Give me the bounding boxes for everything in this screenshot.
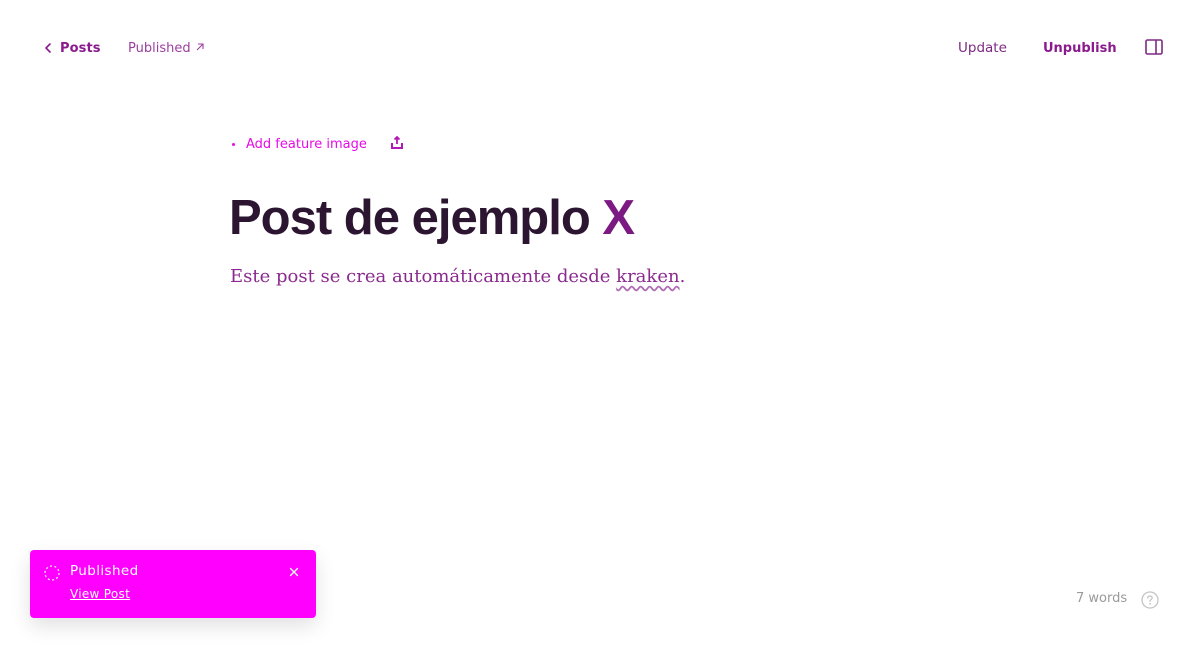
- post-title-main: Post de ejemplo: [229, 191, 603, 245]
- back-link-label: Posts: [60, 40, 101, 56]
- back-to-posts-link[interactable]: Posts: [42, 38, 101, 58]
- close-icon[interactable]: [287, 565, 301, 579]
- post-body[interactable]: Este post se crea automáticamente desde …: [230, 263, 685, 291]
- chevron-left-icon: [45, 43, 51, 53]
- unpublish-button[interactable]: Unpublish: [1043, 37, 1117, 59]
- post-status[interactable]: Published: [128, 38, 204, 58]
- word-count: 7 words: [1076, 591, 1128, 606]
- sidebar-panel-icon: [1145, 39, 1163, 55]
- settings-sidebar-toggle[interactable]: [1144, 37, 1164, 57]
- plus-icon: [232, 142, 235, 146]
- post-status-label: Published: [128, 40, 191, 56]
- post-body-misspelled-word: kraken: [616, 266, 680, 287]
- help-circle-icon[interactable]: [1140, 590, 1160, 610]
- external-link-icon: [196, 43, 204, 51]
- post-body-period: .: [679, 266, 686, 287]
- editor-header: Posts Published Update Unpublish: [0, 0, 1200, 96]
- toast-title: Published: [70, 563, 139, 579]
- loading-spinner-icon: [44, 565, 60, 581]
- post-title-tail: X: [602, 191, 635, 245]
- upload-icon[interactable]: [389, 135, 405, 151]
- add-feature-image-button[interactable]: Add feature image: [232, 134, 367, 154]
- update-button[interactable]: Update: [958, 37, 1007, 59]
- post-body-text: Este post se crea automáticamente desde: [230, 266, 617, 287]
- post-title[interactable]: Post de ejemplo X: [229, 188, 635, 248]
- add-feature-image-label: Add feature image: [246, 136, 367, 152]
- published-toast: Published View Post: [30, 550, 316, 618]
- view-post-link[interactable]: View Post: [70, 587, 130, 601]
